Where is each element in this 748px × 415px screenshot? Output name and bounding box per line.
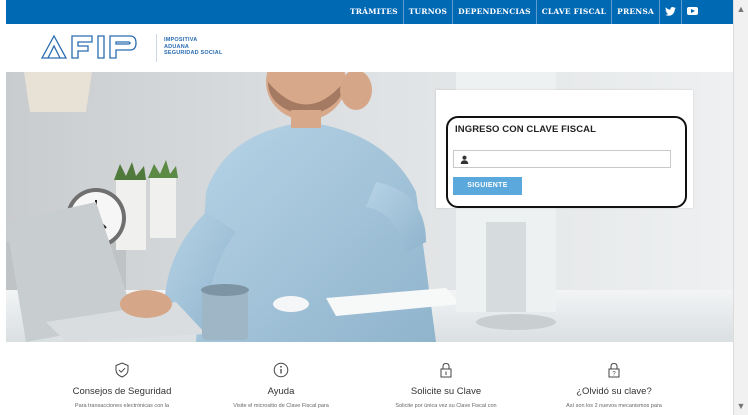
lock-question-icon: ? [608, 362, 620, 378]
login-title: INGRESO CON CLAVE FISCAL [455, 124, 597, 135]
nav-link-dependencias[interactable]: DEPENDENCIAS [452, 0, 536, 24]
siguiente-button[interactable]: SIGUIENTE [453, 177, 522, 195]
nav-link-clave-fiscal[interactable]: CLAVE FISCAL [535, 0, 611, 24]
logo-divider [156, 34, 157, 62]
user-icon [460, 155, 469, 164]
logo-line-seguridad-social: SEGURIDAD SOCIAL [164, 50, 223, 56]
feature-title: Ayuda [267, 386, 295, 397]
afip-logo[interactable] [40, 34, 150, 60]
nav-link-tramites[interactable]: TRÁMITES [345, 0, 403, 24]
youtube-icon[interactable] [681, 0, 703, 24]
feature-title: Solicite su Clave [410, 386, 482, 397]
scrollbar[interactable]: ▲ ▼ [733, 0, 748, 415]
logo-subtitle: IMPOSITIVA ADUANA SEGURIDAD SOCIAL [164, 37, 223, 57]
feature-title: ¿Olvidó su clave? [576, 386, 652, 397]
shield-check-icon [115, 362, 129, 378]
scroll-up-icon[interactable]: ▲ [734, 2, 748, 16]
page: TRÁMITES TURNOS DEPENDENCIAS CLAVE FISCA… [6, 0, 733, 415]
features-row: Consejos de Seguridad Para transacciones… [6, 342, 733, 415]
feature-seguridad[interactable]: Consejos de Seguridad Para transacciones… [32, 342, 212, 409]
feature-olvido-clave[interactable]: ? ¿Olvidó su clave? Así son los 2 nuevos… [524, 342, 704, 409]
nav-link-prensa[interactable]: PRENSA [611, 0, 659, 24]
feature-solicite[interactable]: Solicite su Clave Solicite por única vez… [356, 342, 536, 409]
feature-ayuda[interactable]: Ayuda Visite el micrositio de Clave Fisc… [191, 342, 371, 409]
hero-banner: INGRESO CON CLAVE FISCAL SIGUIENTE [6, 72, 733, 342]
feature-title: Consejos de Seguridad [72, 386, 172, 397]
site-header: IMPOSITIVA ADUANA SEGURIDAD SOCIAL [6, 24, 733, 72]
feature-desc: Así son los 2 nuevos mecanismos para [566, 403, 662, 409]
feature-desc: Para transacciones electrónicas con la [74, 403, 170, 409]
twitter-icon[interactable] [659, 0, 681, 24]
nav-link-turnos[interactable]: TURNOS [402, 0, 452, 24]
top-nav: TRÁMITES TURNOS DEPENDENCIAS CLAVE FISCA… [6, 0, 733, 24]
scroll-down-icon[interactable]: ▼ [734, 399, 748, 413]
cuit-input[interactable] [453, 150, 671, 168]
feature-desc: Solicite por única vez su Clave Fiscal c… [395, 403, 497, 409]
feature-desc: Visite el micrositio de Clave Fiscal par… [233, 403, 329, 409]
lock-info-icon [440, 362, 452, 378]
info-icon [273, 362, 289, 378]
